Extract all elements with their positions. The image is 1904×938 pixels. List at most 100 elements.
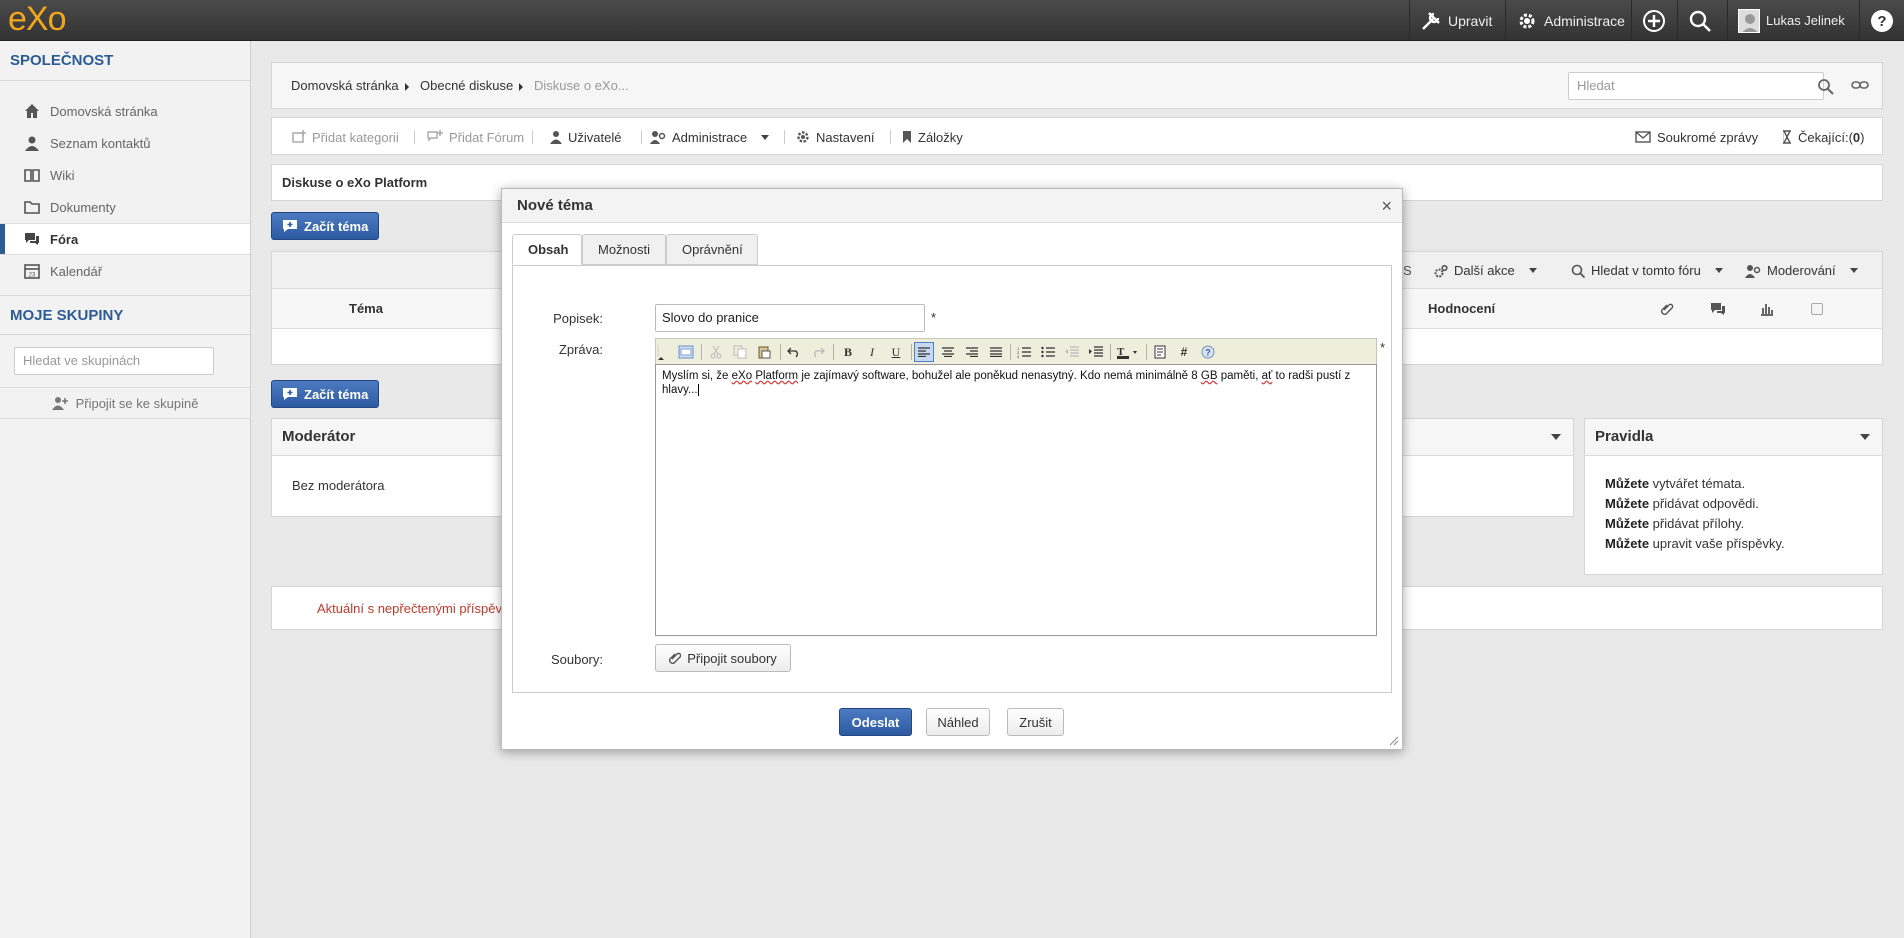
chevron-down-icon[interactable] [1860,434,1870,440]
left-sidebar: SPOLEČNOST Domovská stránka Seznam konta… [0,41,251,938]
paste-text-icon[interactable] [1150,342,1170,362]
add-button[interactable] [1631,0,1677,41]
editor-divider [1010,344,1011,360]
italic-icon[interactable]: I [862,342,882,362]
help-button[interactable]: ? [1859,0,1904,41]
subject-input[interactable]: Slovo do pranice [655,304,925,332]
breadcrumb-item-general[interactable]: Obecné diskuse [420,63,524,110]
sidebar-item-forums[interactable]: Fóra [0,223,250,255]
message-editor[interactable]: Myslím si, že eXo Platform je zajímavý s… [655,364,1377,636]
editor-divider [911,344,912,360]
submit-button[interactable]: Odeslat [839,708,912,736]
undo-icon[interactable] [784,342,804,362]
user-icon [550,130,562,144]
column-rating[interactable]: Hodnocení [1428,289,1495,329]
toolbar-collapse-icon[interactable] [656,342,666,362]
moderation-dropdown[interactable]: Moderování [1745,252,1858,289]
rule-item: Můžete upravit vaše příspěvky. [1585,534,1882,554]
message-text: je zajímavý software, bohužel ale poněku… [798,370,1201,382]
more-actions-dropdown[interactable]: Další akce [1434,252,1537,289]
hash-icon[interactable]: # [1174,342,1194,362]
paste-icon[interactable] [754,342,774,362]
underline-icon[interactable]: U [886,342,906,362]
administration-dropdown[interactable]: Administrace [650,118,770,156]
add-category-icon [292,130,306,144]
column-topic[interactable]: Téma [349,289,383,329]
replies-icon[interactable] [1710,302,1726,316]
search-icon[interactable] [1817,78,1835,96]
bullet-list-icon[interactable] [1038,342,1058,362]
chevron-down-icon[interactable] [1551,434,1561,440]
home-icon [24,103,40,119]
search-button[interactable] [1677,0,1723,41]
tab-options[interactable]: Možnosti [582,234,666,265]
sidebar-item-wiki[interactable]: Wiki [0,159,250,191]
dialog-title: Nové téma [517,197,593,214]
text-color-icon[interactable]: T [1114,342,1142,362]
administration-menu[interactable]: Administrace [1505,0,1635,41]
forum-search-input[interactable]: Hledat [1568,72,1824,100]
chevron-down-icon [761,134,770,140]
folder-icon [24,199,40,215]
close-icon[interactable]: × [1381,189,1392,223]
cancel-button[interactable]: Zrušit [1007,708,1064,736]
sidebar-item-home[interactable]: Domovská stránka [0,95,250,127]
link-icon[interactable] [1851,76,1869,94]
settings-label: Nastavení [816,129,875,145]
rule-bold: Můžete [1605,476,1650,491]
rule-item: Můžete přidávat odpovědi. [1585,494,1882,514]
cut-icon[interactable] [706,342,726,362]
preview-button[interactable]: Náhled [926,708,990,736]
settings-button[interactable]: Nastavení [796,118,875,156]
align-justify-icon[interactable] [986,342,1006,362]
bar-chart-icon[interactable] [1760,302,1774,316]
outdent-icon[interactable] [1062,342,1082,362]
attach-files-button[interactable]: Připojit soubory [655,644,791,672]
add-category-button[interactable]: Přidat kategorii [292,118,399,156]
book-icon [24,167,40,183]
rules-title: Pravidla [1585,419,1882,456]
user-menu[interactable]: Lukas Jelinek [1727,0,1855,41]
moderation-label: Moderování [1767,263,1836,278]
bookmarks-button[interactable]: Záložky [902,118,963,156]
indent-icon[interactable] [1086,342,1106,362]
start-topic-button-bottom[interactable]: Začít téma [271,380,380,408]
breadcrumb-item-home[interactable]: Domovská stránka [291,63,409,110]
search-in-forum-dropdown[interactable]: Hledat v tomto fóru [1571,252,1723,289]
sidebar-item-documents[interactable]: Dokumenty [0,191,250,223]
users-button[interactable]: Uživatelé [550,118,621,156]
bold-icon[interactable]: B [838,342,858,362]
help-icon[interactable]: ? [1198,342,1218,362]
search-placeholder: Hledat [1577,78,1615,93]
add-forum-button[interactable]: Přidat Fórum [427,118,524,156]
user-icon [24,135,40,151]
edit-button[interactable]: Upravit [1409,0,1502,41]
tab-permissions[interactable]: Oprávnění [666,234,758,265]
source-icon[interactable] [676,342,696,362]
group-search-input[interactable]: Hledat ve skupinách [14,347,214,375]
resize-handle-icon[interactable] [1389,736,1399,746]
text-cursor [697,383,699,396]
rule-text: přidávat přílohy. [1649,516,1745,531]
redo-icon[interactable] [808,342,828,362]
sidebar-item-contacts[interactable]: Seznam kontaktů [0,127,250,159]
toolbar-divider [890,130,891,144]
tab-content[interactable]: Obsah [512,234,582,265]
private-messages-button[interactable]: Soukromé zprávy [1635,118,1758,156]
paperclip-icon[interactable] [1660,302,1674,316]
align-center-icon[interactable] [938,342,958,362]
exo-logo[interactable]: eXo [8,2,66,36]
copy-icon[interactable] [730,342,750,362]
start-topic-button[interactable]: Začít téma [271,212,380,240]
align-left-icon[interactable] [914,342,934,362]
sidebar-item-calendar[interactable]: 23 Kalendář [0,255,250,287]
message-label: Zpráva: [558,342,603,357]
moderator-title-text: Moderátor [282,428,356,445]
select-all-checkbox[interactable] [1811,303,1823,315]
join-group-button[interactable]: Připojit se ke skupině [0,387,250,419]
svg-text:?: ? [1877,13,1886,30]
numbered-list-icon[interactable]: 123 [1014,342,1034,362]
align-right-icon[interactable] [962,342,982,362]
pending-button[interactable]: Čekající:(0) [1782,118,1864,156]
editor-divider [833,344,834,360]
